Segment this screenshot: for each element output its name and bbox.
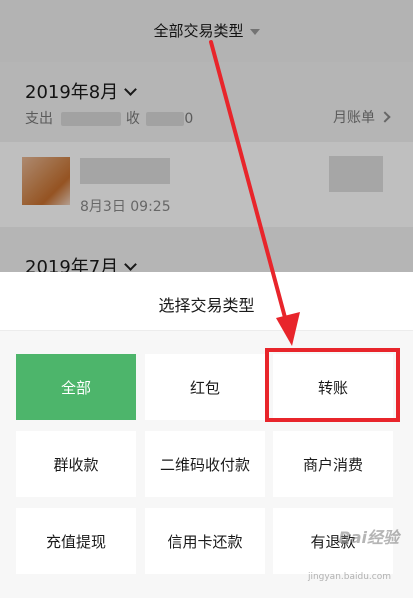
month-label: 2019年8月 [25, 82, 119, 103]
month-summary: 支出 收 0 [25, 108, 193, 128]
blurred-name [80, 158, 170, 184]
blurred-amount [61, 112, 122, 126]
avatar [22, 157, 70, 205]
option-transfer[interactable]: 转账 [273, 354, 393, 420]
chevron-right-icon [379, 111, 391, 123]
filter-label: 全部交易类型 [153, 22, 244, 40]
option-credit-card[interactable]: 信用卡还款 [145, 508, 265, 574]
option-group-collection[interactable]: 群收款 [16, 431, 136, 497]
option-merchant[interactable]: 商户消费 [273, 431, 393, 497]
chevron-down-icon [124, 83, 138, 96]
transaction-type-filter[interactable]: 全部交易类型 [0, 20, 413, 41]
monthly-bill-link[interactable]: 月账单 [333, 107, 391, 127]
monthly-bill-label: 月账单 [333, 110, 375, 126]
month-header-aug[interactable]: 2019年8月 [25, 78, 138, 104]
watermark-logo: Bai经验 [338, 528, 399, 547]
option-topup-withdraw[interactable]: 充值提现 [16, 508, 136, 574]
bill-time: 8月3日 09:25 [80, 199, 171, 215]
income-label: 收 [125, 111, 140, 127]
blurred-amount [329, 156, 383, 192]
option-all[interactable]: 全部 [16, 354, 136, 420]
amount-fragment: 0 [184, 111, 194, 127]
chevron-down-icon [124, 258, 138, 271]
expense-label: 支出 [25, 111, 53, 127]
dropdown-caret-icon [249, 28, 260, 35]
watermark-url: jingyan.baidu.com [307, 572, 391, 582]
option-red-packet[interactable]: 红包 [145, 354, 265, 420]
sheet-title: 选择交易类型 [158, 296, 255, 315]
blurred-amount [146, 112, 185, 126]
option-qr-payment[interactable]: 二维码收付款 [145, 431, 265, 497]
